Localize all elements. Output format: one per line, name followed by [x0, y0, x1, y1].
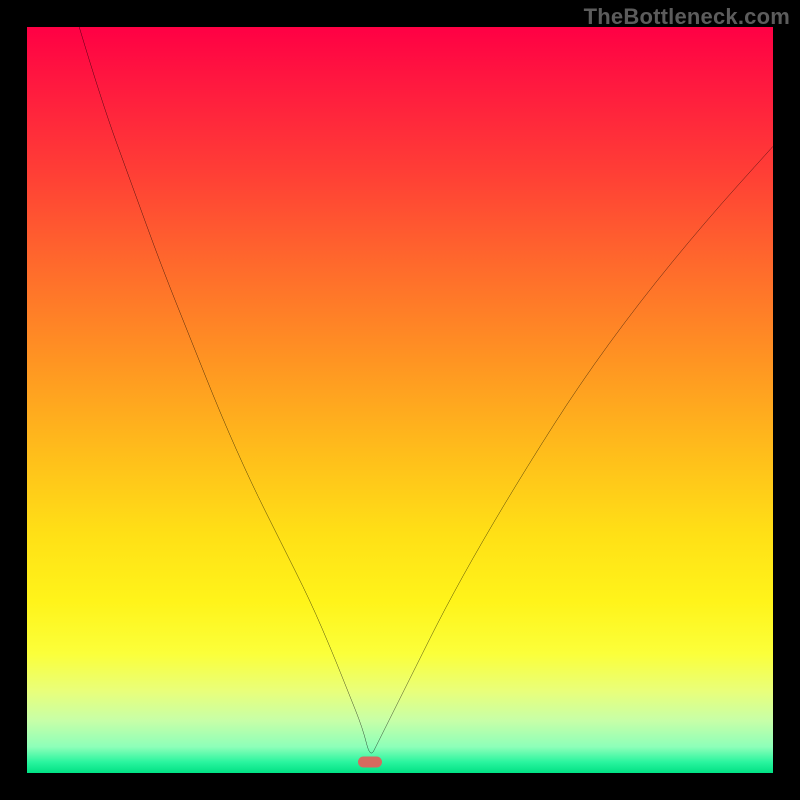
optimal-marker	[358, 756, 382, 767]
curve-path	[79, 27, 773, 753]
chart-frame: TheBottleneck.com	[0, 0, 800, 800]
plot-area	[27, 27, 773, 773]
watermark-text: TheBottleneck.com	[584, 4, 790, 30]
bottleneck-curve	[27, 27, 773, 773]
